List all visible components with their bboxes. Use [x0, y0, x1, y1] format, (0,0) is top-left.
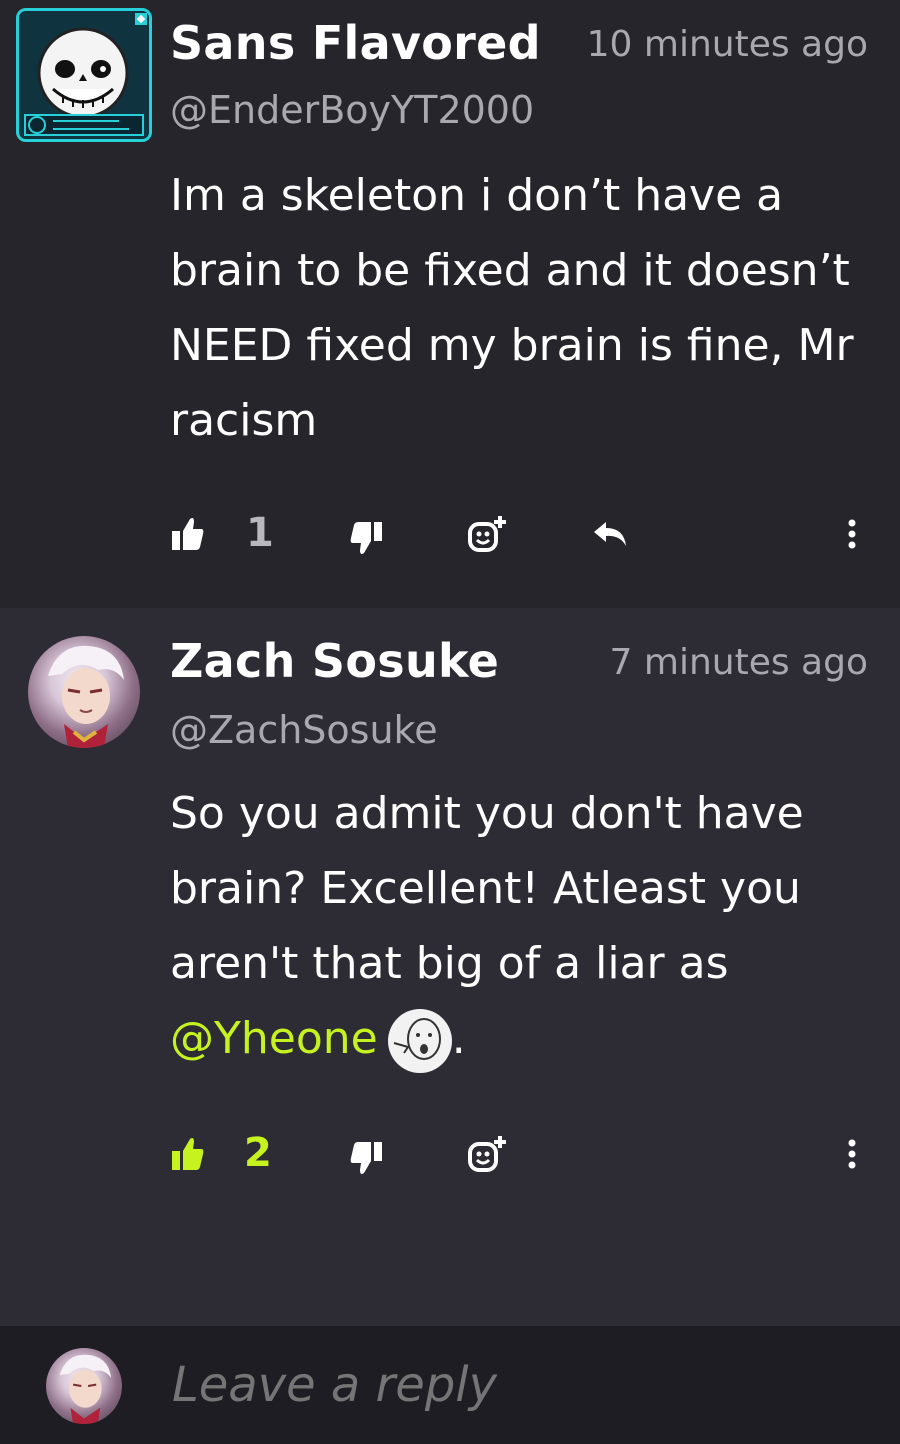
add-reaction-icon[interactable] [466, 1134, 508, 1176]
thumbs-up-icon[interactable] [172, 1136, 204, 1172]
anime-avatar-icon [59, 1354, 112, 1424]
comment-text-end: . [451, 1013, 466, 1064]
comment-text: So you admit you don't have brain? Excel… [170, 788, 804, 989]
more-options-icon[interactable] [846, 518, 858, 550]
comment-body: So you admit you don't have brain? Excel… [170, 776, 870, 1076]
meme-face-icon [388, 1010, 451, 1072]
reply-input[interactable] [170, 1356, 854, 1414]
add-reaction-icon[interactable] [466, 514, 508, 556]
anime-avatar[interactable] [28, 636, 140, 748]
comment-actions: 2 [0, 1126, 900, 1186]
comment-author-handle[interactable]: @EnderBoyYT2000 [170, 88, 534, 132]
comment-timestamp: 10 minutes ago [586, 24, 868, 65]
comment-body: Im a skeleton i don’t have a brain to be… [170, 170, 854, 446]
comment-author-handle[interactable]: @ZachSosuke [170, 708, 438, 752]
thumbs-up-icon[interactable] [172, 516, 204, 552]
user-mention-link[interactable]: @Yheone [170, 1013, 378, 1064]
comment-actions: 1 [0, 506, 900, 566]
skeleton-avatar-icon [19, 11, 149, 139]
anime-avatar-icon [48, 645, 124, 748]
comment-timestamp: 7 minutes ago [609, 642, 868, 683]
like-count: 1 [246, 510, 274, 556]
skeleton-avatar[interactable] [16, 8, 152, 142]
comment-card: Sans Flavored 10 minutes ago @EnderBoyYT… [0, 0, 900, 608]
comment-author-name[interactable]: Sans Flavored [170, 16, 541, 70]
thumbs-down-icon[interactable] [350, 1140, 382, 1176]
reply-icon[interactable] [592, 520, 628, 548]
like-count: 2 [244, 1130, 272, 1176]
more-options-icon[interactable] [846, 1138, 858, 1170]
thumbs-down-icon[interactable] [350, 520, 382, 556]
current-user-avatar [46, 1348, 122, 1424]
reply-bar [0, 1326, 900, 1444]
comment-author-name[interactable]: Zach Sosuke [170, 634, 499, 688]
mention-avatar[interactable] [387, 1009, 452, 1073]
comment-card: Zach Sosuke 7 minutes ago @ZachSosuke So… [0, 608, 900, 1326]
